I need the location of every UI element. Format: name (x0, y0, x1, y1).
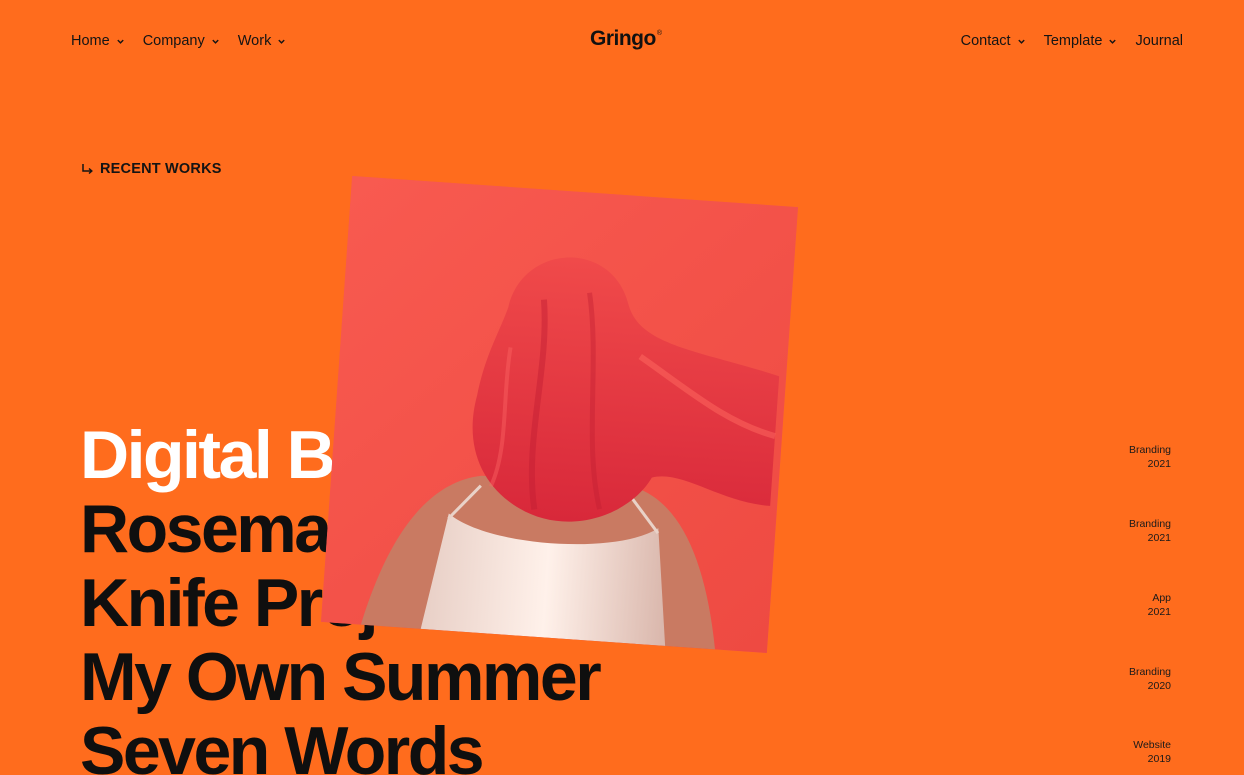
nav-item-template[interactable]: Template (1044, 28, 1118, 54)
nav-item-journal[interactable]: Journal (1135, 28, 1183, 54)
brand-logo-text: Gringo (590, 27, 656, 50)
nav-item-work[interactable]: Work (238, 28, 287, 54)
work-year: 2019 (1147, 752, 1171, 765)
work-category: Website (1133, 739, 1171, 751)
work-category: Branding (1128, 444, 1171, 456)
featured-work-image[interactable] (320, 175, 799, 654)
nav-item-contact[interactable]: Contact (961, 28, 1026, 54)
nav-item-label: Contact (960, 33, 1011, 49)
work-meta-my-own-summer: Branding 2020 (1129, 666, 1171, 693)
veiled-figure-illustration (320, 175, 799, 654)
work-category: Branding (1128, 518, 1171, 530)
work-meta-seven-words: Website 2019 (1133, 739, 1171, 766)
work-meta-digital-brand: Branding 2021 (1129, 444, 1171, 471)
section-label-recent-works: RECENT WORKS (81, 161, 222, 177)
brand-logo[interactable]: Gringo® (590, 27, 662, 51)
section-label-text: RECENT WORKS (100, 161, 222, 177)
chevron-down-icon (211, 37, 220, 46)
work-year: 2021 (1147, 531, 1171, 544)
nav-item-label: Template (1043, 33, 1103, 49)
work-year: 2020 (1147, 679, 1171, 692)
nav-item-label: Home (71, 33, 110, 49)
nav-item-home[interactable]: Home (71, 28, 125, 54)
work-year: 2021 (1147, 605, 1171, 618)
chevron-down-icon (1017, 37, 1026, 46)
nav-item-label: Journal (1135, 33, 1183, 49)
main-nav-right: Contact Template Journal (943, 28, 1183, 54)
work-category: App (1152, 592, 1171, 604)
work-category: Branding (1128, 666, 1171, 678)
return-arrow-icon (81, 163, 94, 176)
chevron-down-icon (116, 37, 125, 46)
work-meta-knife-project: App 2021 (1148, 592, 1171, 619)
chevron-down-icon (1108, 37, 1117, 46)
page: Home Company Work Gringo® Contact Templa… (0, 0, 1244, 775)
work-title-seven-words[interactable]: Seven Words (80, 714, 599, 775)
chevron-down-icon (277, 37, 286, 46)
work-title-my-own-summer[interactable]: My Own Summer (80, 640, 602, 714)
nav-item-label: Company (142, 33, 205, 49)
nav-item-label: Work (237, 33, 272, 49)
main-nav-left: Home Company Work (71, 28, 304, 54)
work-year: 2021 (1147, 457, 1171, 470)
work-meta-rosemary: Branding 2021 (1129, 518, 1171, 545)
registered-mark: ® (656, 30, 662, 37)
nav-item-company[interactable]: Company (143, 28, 220, 54)
